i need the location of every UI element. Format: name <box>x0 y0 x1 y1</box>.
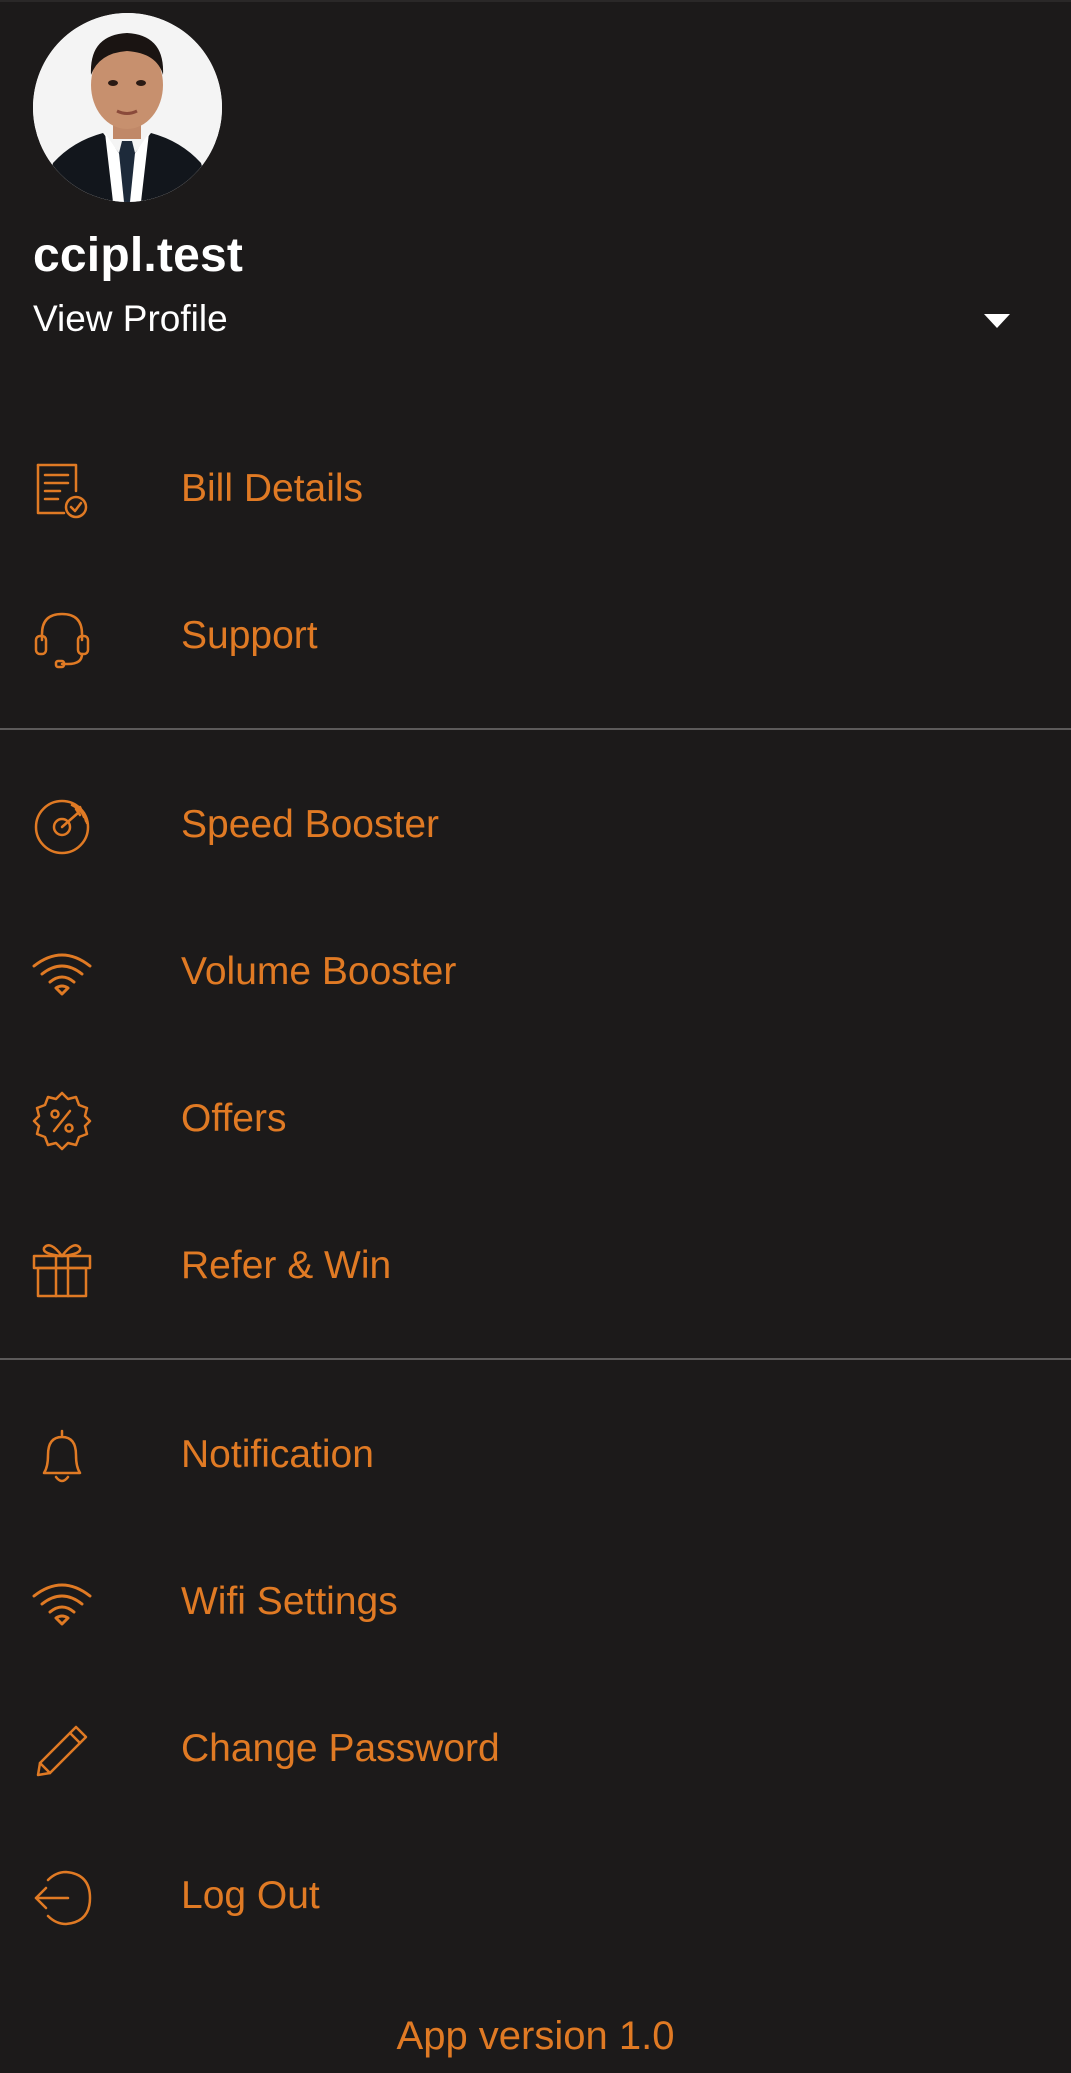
percent-badge-icon <box>30 1089 94 1153</box>
bill-icon <box>30 459 94 523</box>
wifi-icon <box>30 1572 94 1636</box>
menu-label: Bill Details <box>181 466 364 510</box>
caret-down-icon[interactable] <box>982 312 1012 330</box>
menu-label: Notification <box>181 1432 374 1476</box>
divider <box>0 1358 1071 1360</box>
menu-label: Log Out <box>181 1873 320 1917</box>
logout-icon <box>30 1866 94 1930</box>
username: ccipl.test <box>33 229 244 282</box>
menu-label: Wifi Settings <box>181 1579 398 1623</box>
menu-item-volume-booster[interactable]: Volume Booster <box>0 898 1071 1045</box>
menu-item-refer-win[interactable]: Refer & Win <box>0 1192 1071 1339</box>
avatar[interactable] <box>33 13 222 202</box>
menu-label: Refer & Win <box>181 1243 392 1287</box>
menu-label: Volume Booster <box>181 949 457 993</box>
menu-label: Speed Booster <box>181 802 440 846</box>
wifi-icon <box>30 942 94 1006</box>
headset-icon <box>30 606 94 670</box>
menu-item-bill-details[interactable]: Bill Details <box>0 415 1071 562</box>
navigation-drawer: ccipl.test View Profile Bill Details Sup… <box>0 0 1071 2073</box>
profile-header: ccipl.test View Profile <box>0 2 1071 402</box>
menu-label: Change Password <box>181 1726 500 1770</box>
menu-label: Offers <box>181 1096 287 1140</box>
menu-label: Support <box>181 613 318 657</box>
menu-item-wifi-settings[interactable]: Wifi Settings <box>0 1528 1071 1675</box>
menu-item-speed-booster[interactable]: Speed Booster <box>0 751 1071 898</box>
menu-item-change-password[interactable]: Change Password <box>0 1675 1071 1822</box>
menu-item-offers[interactable]: Offers <box>0 1045 1071 1192</box>
bell-icon <box>30 1425 94 1489</box>
menu-item-support[interactable]: Support <box>0 562 1071 709</box>
pencil-icon <box>30 1719 94 1783</box>
divider <box>0 728 1071 730</box>
menu-item-notification[interactable]: Notification <box>0 1381 1071 1528</box>
menu-item-log-out[interactable]: Log Out <box>0 1822 1071 1969</box>
app-version: App version 1.0 <box>396 2014 675 2058</box>
gift-icon <box>30 1236 94 1300</box>
speedometer-icon <box>30 795 94 859</box>
view-profile-link[interactable]: View Profile <box>33 298 228 340</box>
